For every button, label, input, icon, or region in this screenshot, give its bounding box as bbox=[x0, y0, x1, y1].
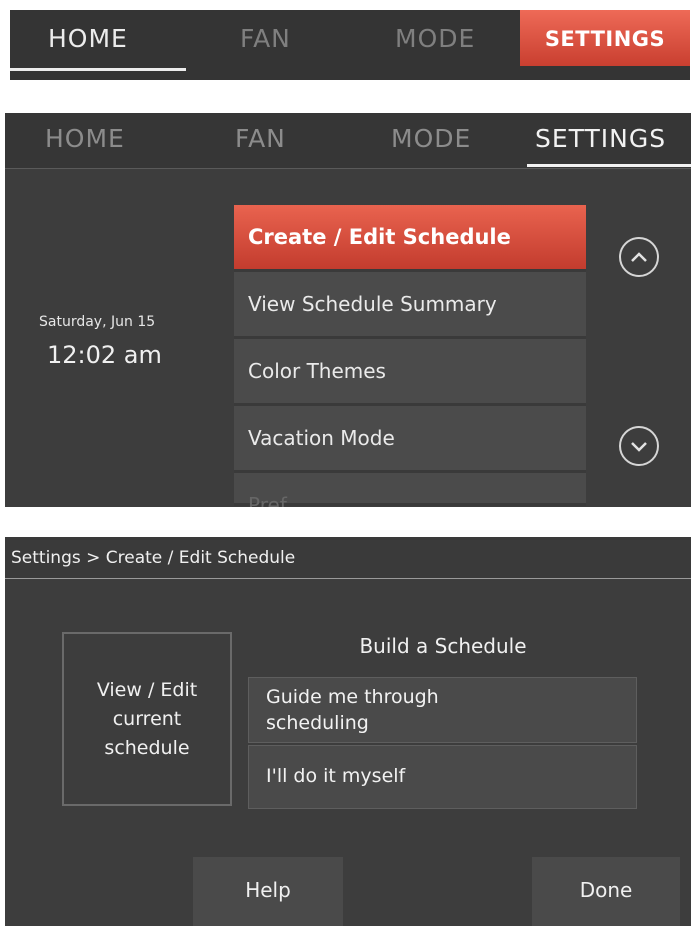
tab-mode[interactable]: MODE bbox=[395, 10, 475, 68]
tab-fan[interactable]: FAN bbox=[235, 113, 286, 165]
menu-item-vacation-mode[interactable]: Vacation Mode bbox=[234, 406, 586, 473]
view-edit-label-line1: View / Edit bbox=[96, 678, 198, 701]
settings-tab-underline bbox=[527, 164, 691, 167]
tab-settings[interactable]: SETTINGS bbox=[520, 10, 690, 66]
tab-mode[interactable]: MODE bbox=[391, 113, 471, 165]
guide-me-button[interactable]: Guide me through scheduling bbox=[248, 677, 637, 743]
settings-menu-screen: HOME FAN MODE SETTINGS Saturday, Jun 15 … bbox=[5, 113, 691, 507]
view-edit-current-schedule-button[interactable]: View / Edit current schedule bbox=[62, 632, 232, 806]
chevron-down-icon bbox=[631, 442, 647, 452]
build-schedule-heading: Build a Schedule bbox=[359, 634, 527, 658]
view-edit-label-line3: schedule bbox=[104, 736, 190, 759]
nav-bar-settings-highlighted: HOME FAN MODE SETTINGS bbox=[10, 10, 690, 80]
menu-item-partial[interactable]: Pref... bbox=[234, 473, 586, 507]
settings-menu-list: Create / Edit Schedule View Schedule Sum… bbox=[234, 205, 586, 507]
nav-bar: HOME FAN MODE SETTINGS bbox=[5, 113, 691, 169]
time-label: 12:02 am bbox=[47, 341, 162, 369]
home-tab-underline bbox=[10, 68, 186, 71]
chevron-up-icon bbox=[631, 252, 647, 262]
help-button[interactable]: Help bbox=[193, 857, 343, 926]
create-edit-schedule-screen: Settings > Create / Edit Schedule View /… bbox=[5, 537, 691, 926]
breadcrumb: Settings > Create / Edit Schedule bbox=[5, 537, 691, 579]
done-button[interactable]: Done bbox=[532, 857, 680, 926]
guide-me-label: Guide me through scheduling bbox=[266, 686, 439, 734]
menu-item-color-themes[interactable]: Color Themes bbox=[234, 339, 586, 406]
menu-item-create-edit-schedule[interactable]: Create / Edit Schedule bbox=[234, 205, 586, 272]
tab-home[interactable]: HOME bbox=[48, 10, 128, 68]
date-label: Saturday, Jun 15 bbox=[39, 314, 156, 330]
do-it-myself-label: I'll do it myself bbox=[266, 765, 406, 787]
tab-fan[interactable]: FAN bbox=[240, 10, 291, 68]
view-edit-label-line2: current bbox=[112, 707, 182, 730]
scroll-down-button[interactable] bbox=[619, 426, 659, 466]
menu-item-view-schedule-summary[interactable]: View Schedule Summary bbox=[234, 272, 586, 339]
tab-home[interactable]: HOME bbox=[45, 113, 125, 165]
scroll-up-button[interactable] bbox=[619, 237, 659, 277]
do-it-myself-button[interactable]: I'll do it myself bbox=[248, 745, 637, 809]
tab-settings[interactable]: SETTINGS bbox=[535, 113, 666, 165]
